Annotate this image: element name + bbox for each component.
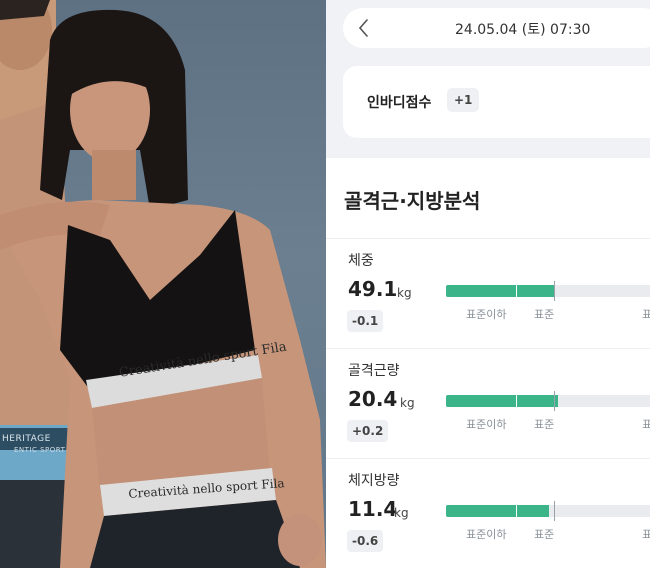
metric-unit: kg	[397, 286, 412, 300]
metric-label: 체지방량	[348, 473, 400, 489]
scale-label-normal: 표준	[534, 528, 555, 541]
metric-bar-fill	[446, 505, 550, 517]
metric-bar-fill	[446, 395, 559, 407]
scale-label-normal: 표준	[534, 308, 555, 321]
scale-label-above: 표	[642, 308, 650, 321]
scale-label-above: 표	[642, 528, 650, 541]
fashion-photo: Creatività nello sport Fila Creatività n…	[0, 0, 326, 568]
heritage-sub: ENTIC SPORT	[14, 446, 66, 454]
metric-value: 49.1	[348, 277, 398, 301]
metric-delta-badge: +0.2	[347, 420, 389, 442]
bar-tick	[554, 281, 555, 301]
scale-label-below: 표준이하	[466, 528, 507, 541]
bar-tick	[516, 395, 517, 407]
metric-unit: kg	[394, 506, 409, 520]
metric-skeletal-muscle[interactable]: 골격근량 20.4 kg +0.2 표준이하 표준 표	[326, 349, 650, 459]
inbody-screen: 24.05.04 (토) 07:30 인바디점수 +1 골격근·지방분석 체중 …	[326, 0, 650, 568]
metric-delta-badge: -0.6	[347, 530, 384, 552]
section-title: 골격근·지방분석	[344, 189, 481, 213]
metric-weight[interactable]: 체중 49.1 kg -0.1 표준이하 표준 표	[326, 239, 650, 349]
metric-bar-fill	[446, 285, 554, 297]
metric-label: 체중	[348, 253, 374, 269]
metric-body-fat[interactable]: 체지방량 11.4 kg -0.6 표준이하 표준 표	[326, 459, 650, 568]
metric-label: 골격근량	[348, 363, 400, 379]
measurement-date[interactable]: 24.05.04 (토) 07:30	[455, 19, 590, 39]
inbody-score-card[interactable]: 인바디점수 +1	[343, 66, 650, 138]
chevron-left-icon[interactable]	[355, 17, 375, 39]
inbody-score-label: 인바디점수	[367, 95, 432, 111]
bar-tick	[554, 391, 555, 411]
scale-label-above: 표	[642, 418, 650, 431]
scale-label-normal: 표준	[534, 418, 555, 431]
muscle-fat-analysis-card: 골격근·지방분석 체중 49.1 kg -0.1 표준이하 표준 표 골격근량 …	[326, 158, 650, 568]
metric-delta-badge: -0.1	[347, 310, 384, 332]
metric-bar	[446, 285, 650, 297]
metric-value: 20.4	[348, 387, 398, 411]
heritage-logo: HERITAGE	[2, 434, 51, 444]
metric-bar	[446, 505, 650, 517]
bar-tick	[554, 501, 555, 521]
scale-label-below: 표준이하	[466, 308, 507, 321]
inbody-score-badge: +1	[447, 88, 480, 112]
bar-tick	[516, 285, 517, 297]
date-header: 24.05.04 (토) 07:30	[343, 8, 650, 48]
metric-bar	[446, 395, 650, 407]
scale-label-below: 표준이하	[466, 418, 507, 431]
metric-value: 11.4	[348, 497, 398, 521]
metric-unit: kg	[400, 396, 415, 410]
bar-tick	[516, 505, 517, 517]
